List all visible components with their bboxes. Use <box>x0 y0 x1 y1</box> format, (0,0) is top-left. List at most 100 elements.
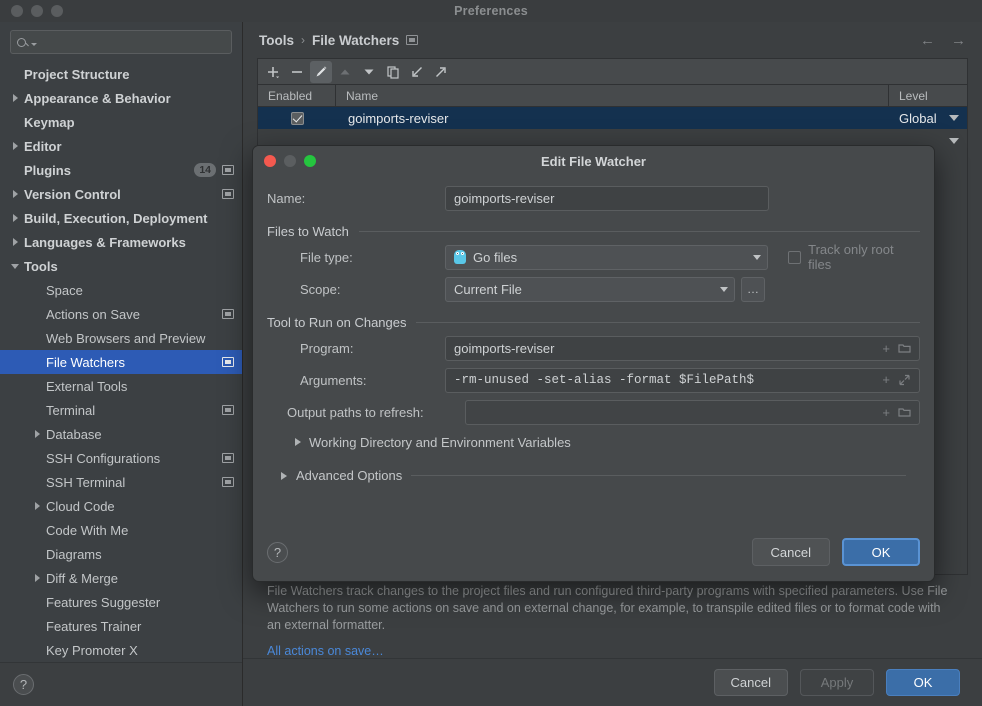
sidebar-item-build-execution-deployment[interactable]: Build, Execution, Deployment <box>0 206 242 230</box>
copy-watcher-button[interactable] <box>382 61 404 83</box>
column-header-name[interactable]: Name <box>336 85 889 106</box>
breadcrumb-root[interactable]: Tools <box>259 33 294 48</box>
column-header-level[interactable]: Level <box>889 85 967 106</box>
tree-twisty[interactable] <box>6 142 24 150</box>
working-directory-disclosure[interactable]: Working Directory and Environment Variab… <box>267 428 920 456</box>
sidebar-item-ssh-configurations[interactable]: SSH Configurations <box>0 446 242 470</box>
tree-twisty[interactable] <box>6 263 24 269</box>
sidebar-item-terminal[interactable]: Terminal <box>0 398 242 422</box>
sidebar-item-web-browsers-and-preview[interactable]: Web Browsers and Preview <box>0 326 242 350</box>
sidebar-item-diagrams[interactable]: Diagrams <box>0 542 242 566</box>
all-actions-on-save-link[interactable]: All actions on save… <box>257 638 968 658</box>
dialog-cancel-button[interactable]: Cancel <box>751 538 830 566</box>
settings-sidebar: Project Structure Appearance & Behavior Ke… <box>0 22 243 706</box>
sidebar-item-plugins[interactable]: Plugins 14 <box>0 158 242 182</box>
sidebar-item-external-tools[interactable]: External Tools <box>0 374 242 398</box>
tree-twisty[interactable] <box>6 238 24 246</box>
sidebar-item-label: Features Trainer <box>46 618 142 634</box>
name-input[interactable]: goimports-reviser <box>445 185 769 211</box>
file-type-label: File type: <box>300 249 353 265</box>
dialog-ok-button[interactable]: OK <box>842 538 920 566</box>
insert-macro-icon[interactable]: + <box>882 405 890 420</box>
sidebar-item-diff-merge[interactable]: Diff & Merge <box>0 566 242 590</box>
remove-watcher-button[interactable] <box>286 61 308 83</box>
track-only-root-files-checkbox[interactable]: Track only root files <box>788 242 920 272</box>
sidebar-item-space[interactable]: Space <box>0 278 242 302</box>
help-button[interactable]: ? <box>13 674 34 695</box>
tree-twisty[interactable] <box>6 190 24 198</box>
chevron-right-icon <box>34 502 40 510</box>
tree-twisty[interactable] <box>28 574 46 582</box>
insert-macro-icon[interactable]: + <box>882 341 890 356</box>
scope-value: Current File <box>454 281 522 297</box>
sidebar-item-editor[interactable]: Editor <box>0 134 242 158</box>
dialog-title: Edit File Watcher <box>541 153 646 169</box>
back-arrow-icon[interactable]: ← <box>920 32 935 49</box>
sidebar-item-label: Editor <box>24 138 62 154</box>
move-down-button[interactable] <box>358 61 380 83</box>
sidebar-item-database[interactable]: Database <box>0 422 242 446</box>
program-input[interactable]: goimports-reviser + <box>445 335 920 361</box>
tree-twisty[interactable] <box>28 430 46 438</box>
sidebar-item-tools[interactable]: Tools <box>0 254 242 278</box>
sidebar-item-languages-frameworks[interactable]: Languages & Frameworks <box>0 230 242 254</box>
row-enabled-cell[interactable] <box>258 111 336 125</box>
working-directory-label: Working Directory and Environment Variab… <box>309 434 571 450</box>
column-header-enabled[interactable]: Enabled <box>258 85 336 106</box>
cancel-button[interactable]: Cancel <box>713 669 788 696</box>
ok-button[interactable]: OK <box>886 669 960 696</box>
tool-to-run-section: Tool to Run on Changes <box>267 315 920 330</box>
export-watcher-button[interactable] <box>430 61 452 83</box>
sidebar-item-features-trainer[interactable]: Features Trainer <box>0 614 242 638</box>
sidebar-item-cloud-code[interactable]: Cloud Code <box>0 494 242 518</box>
sidebar-item-appearance-behavior[interactable]: Appearance & Behavior <box>0 86 242 110</box>
table-row[interactable]: goimports-reviser Global <box>258 107 967 129</box>
settings-tree[interactable]: Project Structure Appearance & Behavior Ke… <box>0 60 242 662</box>
arguments-input[interactable]: -rm-unused -set-alias -format $FilePath$… <box>445 367 920 393</box>
forward-arrow-icon[interactable]: → <box>951 32 966 49</box>
chevron-down-icon[interactable] <box>949 138 959 144</box>
output-paths-row: Output paths to refresh: + <box>267 396 920 428</box>
output-paths-input[interactable]: + <box>465 399 920 425</box>
enabled-checkbox[interactable] <box>290 111 304 125</box>
arguments-label: Arguments: <box>300 372 367 388</box>
import-watcher-button[interactable] <box>406 61 428 83</box>
program-value: goimports-reviser <box>454 340 555 356</box>
breadcrumb-separator: › <box>301 33 305 47</box>
scope-select[interactable]: Current File <box>445 276 735 302</box>
row-level-cell[interactable]: Global <box>889 111 967 126</box>
chevron-down-icon[interactable] <box>949 115 959 121</box>
browse-folder-icon <box>898 344 911 353</box>
sidebar-item-file-watchers[interactable]: File Watchers <box>0 350 242 374</box>
edit-watcher-button[interactable] <box>310 60 332 83</box>
scope-browse-button[interactable]: … <box>741 276 765 302</box>
breadcrumb: Tools › File Watchers ← → <box>243 22 982 58</box>
program-row: Program: goimports-reviser + <box>267 332 920 364</box>
sidebar-item-project-structure[interactable]: Project Structure <box>0 62 242 86</box>
row-name-cell[interactable]: goimports-reviser <box>336 111 889 126</box>
tree-twisty[interactable] <box>6 214 24 222</box>
sidebar-item-label: Database <box>46 426 102 442</box>
advanced-options-disclosure[interactable]: Advanced Options <box>267 468 920 483</box>
dialog-help-button[interactable]: ? <box>267 541 288 563</box>
insert-macro-icon[interactable]: + <box>882 373 890 388</box>
sidebar-item-actions-on-save[interactable]: Actions on Save <box>0 302 242 326</box>
sidebar-item-code-with-me[interactable]: Code With Me <box>0 518 242 542</box>
sidebar-item-features-suggester[interactable]: Features Suggester <box>0 590 242 614</box>
project-scope-icon <box>222 477 234 487</box>
sidebar-item-label: Terminal <box>46 402 96 418</box>
tree-twisty[interactable] <box>6 94 24 102</box>
sidebar-item-key-promoter-x[interactable]: Key Promoter X <box>0 638 242 662</box>
file-type-select[interactable]: Go files <box>445 244 769 270</box>
panel-description: File Watchers track changes to the proje… <box>267 584 948 632</box>
section-divider <box>416 322 920 323</box>
tree-twisty[interactable] <box>28 502 46 510</box>
row-level-value: Global <box>899 110 937 126</box>
search-input[interactable] <box>10 30 232 54</box>
chevron-right-icon <box>295 438 301 446</box>
sidebar-item-version-control[interactable]: Version Control <box>0 182 242 206</box>
sidebar-item-label: Space <box>46 282 83 298</box>
add-watcher-button[interactable] <box>262 61 284 83</box>
sidebar-item-ssh-terminal[interactable]: SSH Terminal <box>0 470 242 494</box>
sidebar-item-keymap[interactable]: Keymap <box>0 110 242 134</box>
